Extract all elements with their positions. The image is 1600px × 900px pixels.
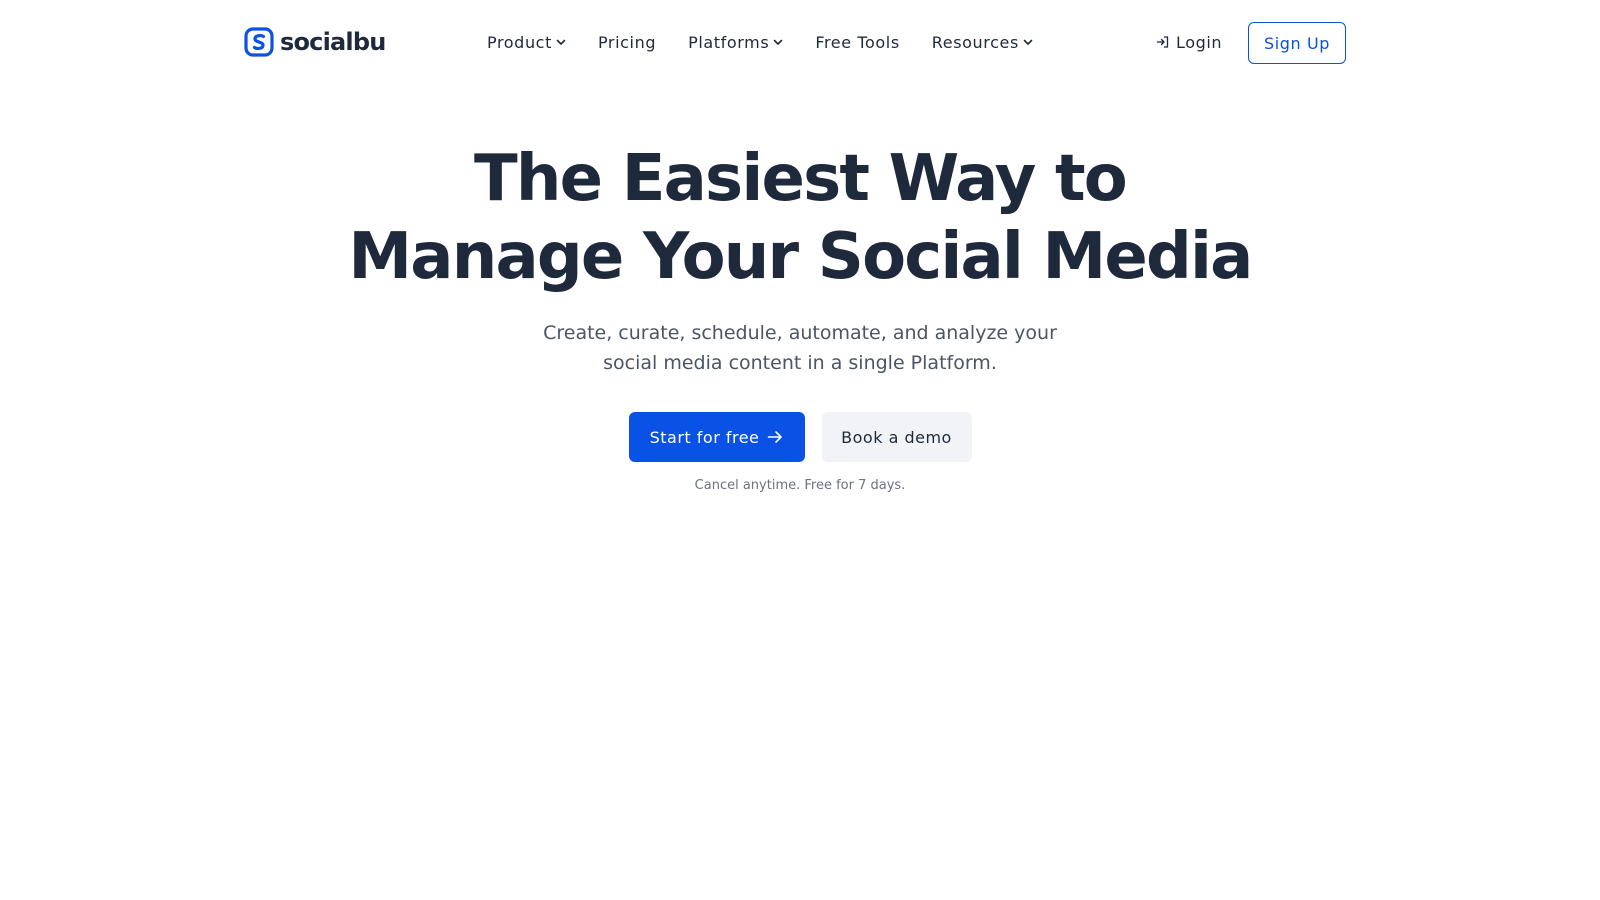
- nav-item-label: Platforms: [688, 32, 770, 52]
- arrow-right-icon: [768, 431, 783, 443]
- nav-item-product[interactable]: Product: [487, 30, 566, 54]
- nav-item-free-tools[interactable]: Free Tools: [815, 30, 899, 54]
- chevron-down-icon: [1023, 39, 1033, 45]
- hero-subtitle: Create, curate, schedule, automate, and …: [0, 318, 1600, 378]
- sign-up-button[interactable]: Sign Up: [1248, 22, 1346, 64]
- hero-subtitle-line-1: Create, curate, schedule, automate, and …: [543, 322, 1057, 344]
- cta-row: Start for free Book a demo: [0, 412, 1600, 462]
- nav-item-label: Product: [487, 32, 552, 52]
- socialbu-logo-icon: [244, 27, 274, 57]
- trial-note: Cancel anytime. Free for 7 days.: [694, 478, 906, 493]
- chevron-down-icon: [774, 39, 783, 45]
- nav-item-platforms[interactable]: Platforms: [688, 30, 783, 54]
- hero-title-line-2: Manage Your Social Media: [348, 220, 1253, 294]
- chevron-down-icon: [556, 39, 566, 45]
- hero-title-line-1: The Easiest Way to: [474, 142, 1128, 216]
- nav-item-label: Pricing: [597, 32, 657, 52]
- start-for-free-label: Start for free: [649, 427, 760, 447]
- logo-link[interactable]: socialbu: [244, 26, 386, 58]
- book-a-demo-button[interactable]: Book a demo: [821, 412, 972, 462]
- site-header: socialbu Product Pricing Platforms Free …: [0, 0, 1600, 86]
- hero-subtitle-line-2: social media content in a single Platfor…: [603, 352, 997, 374]
- login-label: Login: [1176, 32, 1223, 52]
- nav-item-pricing[interactable]: Pricing: [598, 30, 656, 54]
- hero-section: The Easiest Way to Manage Your Social Me…: [0, 140, 1600, 378]
- login-icon: [1156, 36, 1169, 48]
- brand-name: socialbu: [280, 28, 386, 56]
- nav-item-label: Free Tools: [815, 32, 900, 52]
- login-link[interactable]: Login: [1156, 30, 1222, 54]
- start-for-free-button[interactable]: Start for free: [628, 412, 805, 462]
- nav-item-label: Resources: [931, 32, 1019, 52]
- main-nav: Product Pricing Platforms Free Tools Res…: [487, 30, 1033, 54]
- nav-item-resources[interactable]: Resources: [932, 30, 1033, 54]
- hero-title: The Easiest Way to Manage Your Social Me…: [0, 140, 1600, 296]
